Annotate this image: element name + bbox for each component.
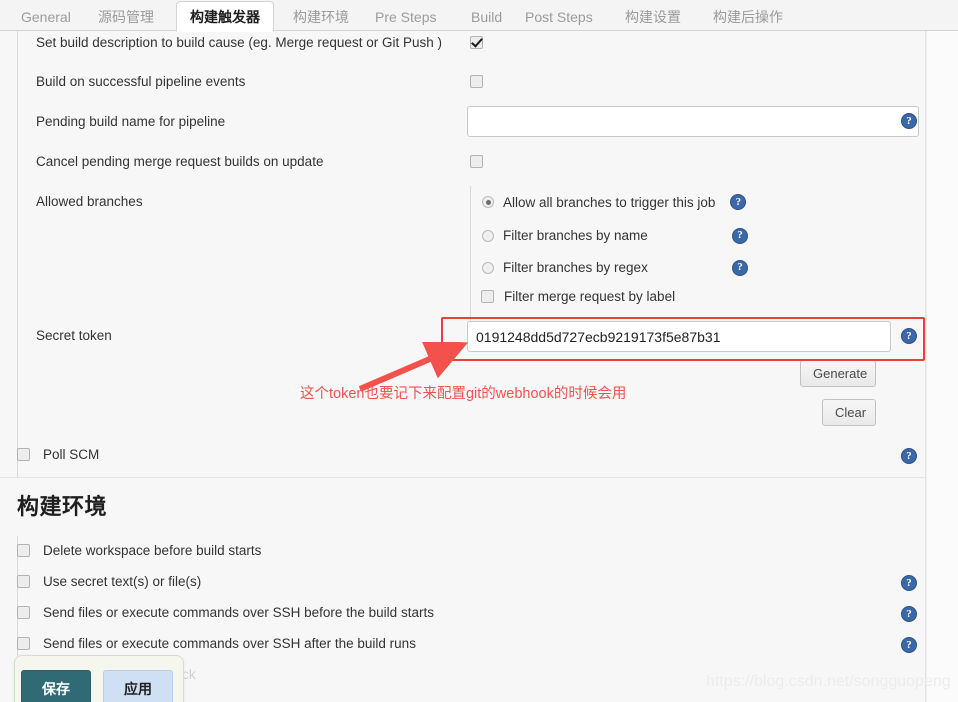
help-icon-poll-scm[interactable]: ? bbox=[901, 448, 917, 464]
checkbox-box[interactable] bbox=[17, 637, 30, 650]
cancel-pending-mr-checkbox[interactable] bbox=[470, 155, 483, 171]
row-build-on-pipeline: Build on successful pipeline events bbox=[36, 74, 245, 89]
checkbox-box[interactable] bbox=[17, 575, 30, 588]
ssh-before-build-label: Send files or execute commands over SSH … bbox=[43, 605, 434, 620]
tab-build[interactable]: Build bbox=[458, 2, 515, 32]
tab-build-env[interactable]: 构建环境 bbox=[280, 2, 362, 32]
row-set-build-description: Set build description to build cause (eg… bbox=[36, 35, 442, 50]
set-build-description-checkbox[interactable] bbox=[470, 36, 483, 52]
tab-build-settings[interactable]: 构建设置 bbox=[612, 2, 694, 32]
radio-label: Filter branches by name bbox=[503, 228, 648, 243]
page-root: General 源码管理 构建触发器 构建环境 Pre Steps Build … bbox=[0, 0, 958, 702]
poll-scm-label: Poll SCM bbox=[43, 447, 100, 462]
delete-workspace-label: Delete workspace before build starts bbox=[43, 543, 262, 558]
allowed-branches-rail bbox=[470, 186, 471, 339]
annotation-text: 这个token也要记下来配置git的webhook的时候会用 bbox=[300, 386, 627, 402]
secret-token-label-wrap: Secret token bbox=[36, 328, 112, 343]
build-on-pipeline-label: Build on successful pipeline events bbox=[36, 74, 246, 89]
checkbox-ssh-before-build[interactable]: Send files or execute commands over SSH … bbox=[17, 605, 434, 620]
secret-token-input[interactable] bbox=[467, 321, 891, 352]
build-env-heading: 构建环境 bbox=[17, 494, 108, 519]
tab-bar: General 源码管理 构建触发器 构建环境 Pre Steps Build … bbox=[0, 0, 958, 32]
cancel-pending-mr-label: Cancel pending merge request builds on u… bbox=[36, 154, 324, 169]
section-divider bbox=[0, 477, 926, 478]
radio-filter-branches-by-regex[interactable]: Filter branches by regex ? bbox=[482, 259, 748, 276]
help-icon-ssh-before-build[interactable]: ? bbox=[901, 606, 917, 622]
radio-dot[interactable] bbox=[482, 229, 494, 242]
secret-token-label: Secret token bbox=[36, 328, 112, 343]
checkbox-box[interactable] bbox=[17, 606, 30, 619]
help-icon-allow-all-branches[interactable]: ? bbox=[730, 194, 747, 210]
watermark-text: https://blog.csdn.net/songguopeng bbox=[706, 673, 951, 690]
radio-label: Filter branches by regex bbox=[503, 260, 648, 275]
checkbox-box[interactable] bbox=[470, 75, 483, 88]
radio-dot[interactable] bbox=[482, 196, 494, 208]
checkbox-delete-workspace[interactable]: Delete workspace before build starts bbox=[17, 543, 261, 558]
tab-general[interactable]: General bbox=[8, 2, 84, 32]
checkbox-box[interactable] bbox=[470, 155, 483, 168]
radio-filter-branches-by-name[interactable]: Filter branches by name ? bbox=[482, 227, 748, 244]
row-cancel-pending-mr: Cancel pending merge request builds on u… bbox=[36, 154, 323, 169]
checkbox-ssh-after-build[interactable]: Send files or execute commands over SSH … bbox=[17, 636, 416, 651]
tab-build-triggers[interactable]: 构建触发器 bbox=[176, 1, 274, 32]
checkbox-poll-scm[interactable]: Poll SCM bbox=[17, 447, 99, 462]
apply-button[interactable]: 应用 bbox=[103, 670, 173, 702]
clear-button[interactable]: Clear bbox=[822, 399, 876, 426]
radio-label: Allow all branches to trigger this job bbox=[503, 194, 716, 210]
pending-build-name-label: Pending build name for pipeline bbox=[36, 114, 226, 129]
checkbox-use-secret-text[interactable]: Use secret text(s) or file(s) bbox=[17, 574, 201, 589]
tab-post-build[interactable]: 构建后操作 bbox=[700, 2, 796, 32]
tab-source-management[interactable]: 源码管理 bbox=[85, 2, 167, 32]
right-gutter bbox=[926, 31, 958, 702]
generate-button[interactable]: Generate bbox=[800, 360, 876, 387]
tab-post-steps[interactable]: Post Steps bbox=[512, 2, 606, 32]
tab-pre-steps[interactable]: Pre Steps bbox=[362, 2, 449, 32]
pending-build-name-input[interactable] bbox=[467, 106, 919, 137]
trigger-left-rail bbox=[17, 31, 18, 477]
set-build-description-label: Set build description to build cause (eg… bbox=[36, 35, 442, 50]
build-on-pipeline-checkbox[interactable] bbox=[470, 75, 483, 91]
floating-save-bar: 保存 应用 bbox=[14, 655, 184, 702]
radio-dot[interactable] bbox=[482, 261, 494, 274]
help-icon-ssh-after-build[interactable]: ? bbox=[901, 637, 917, 653]
checkbox-filter-mr-by-label[interactable]: Filter merge request by label bbox=[481, 289, 675, 304]
checkbox-box[interactable] bbox=[481, 290, 494, 303]
checkbox-label: Filter merge request by label bbox=[504, 289, 676, 304]
radio-allow-all-branches[interactable]: Allow all branches to trigger this job ? bbox=[482, 194, 747, 210]
content-pane: Set build description to build cause (eg… bbox=[0, 31, 926, 702]
help-icon-filter-by-regex[interactable]: ? bbox=[732, 259, 748, 276]
row-pending-build-name: Pending build name for pipeline bbox=[36, 114, 225, 129]
ssh-after-build-label: Send files or execute commands over SSH … bbox=[43, 636, 416, 651]
help-icon-pending-build-name[interactable]: ? bbox=[901, 113, 917, 129]
checkbox-box[interactable] bbox=[17, 544, 30, 557]
help-icon-secret-token[interactable]: ? bbox=[901, 328, 917, 344]
save-button[interactable]: 保存 bbox=[21, 670, 91, 702]
allowed-branches-label: Allowed branches bbox=[36, 194, 143, 209]
help-icon-filter-by-name[interactable]: ? bbox=[732, 227, 748, 244]
use-secret-text-label: Use secret text(s) or file(s) bbox=[43, 574, 202, 589]
checkbox-box[interactable] bbox=[17, 448, 30, 461]
help-icon-use-secret-text[interactable]: ? bbox=[901, 575, 917, 591]
allowed-branches-label-wrap: Allowed branches bbox=[36, 194, 143, 209]
checkbox-box[interactable] bbox=[470, 36, 483, 49]
